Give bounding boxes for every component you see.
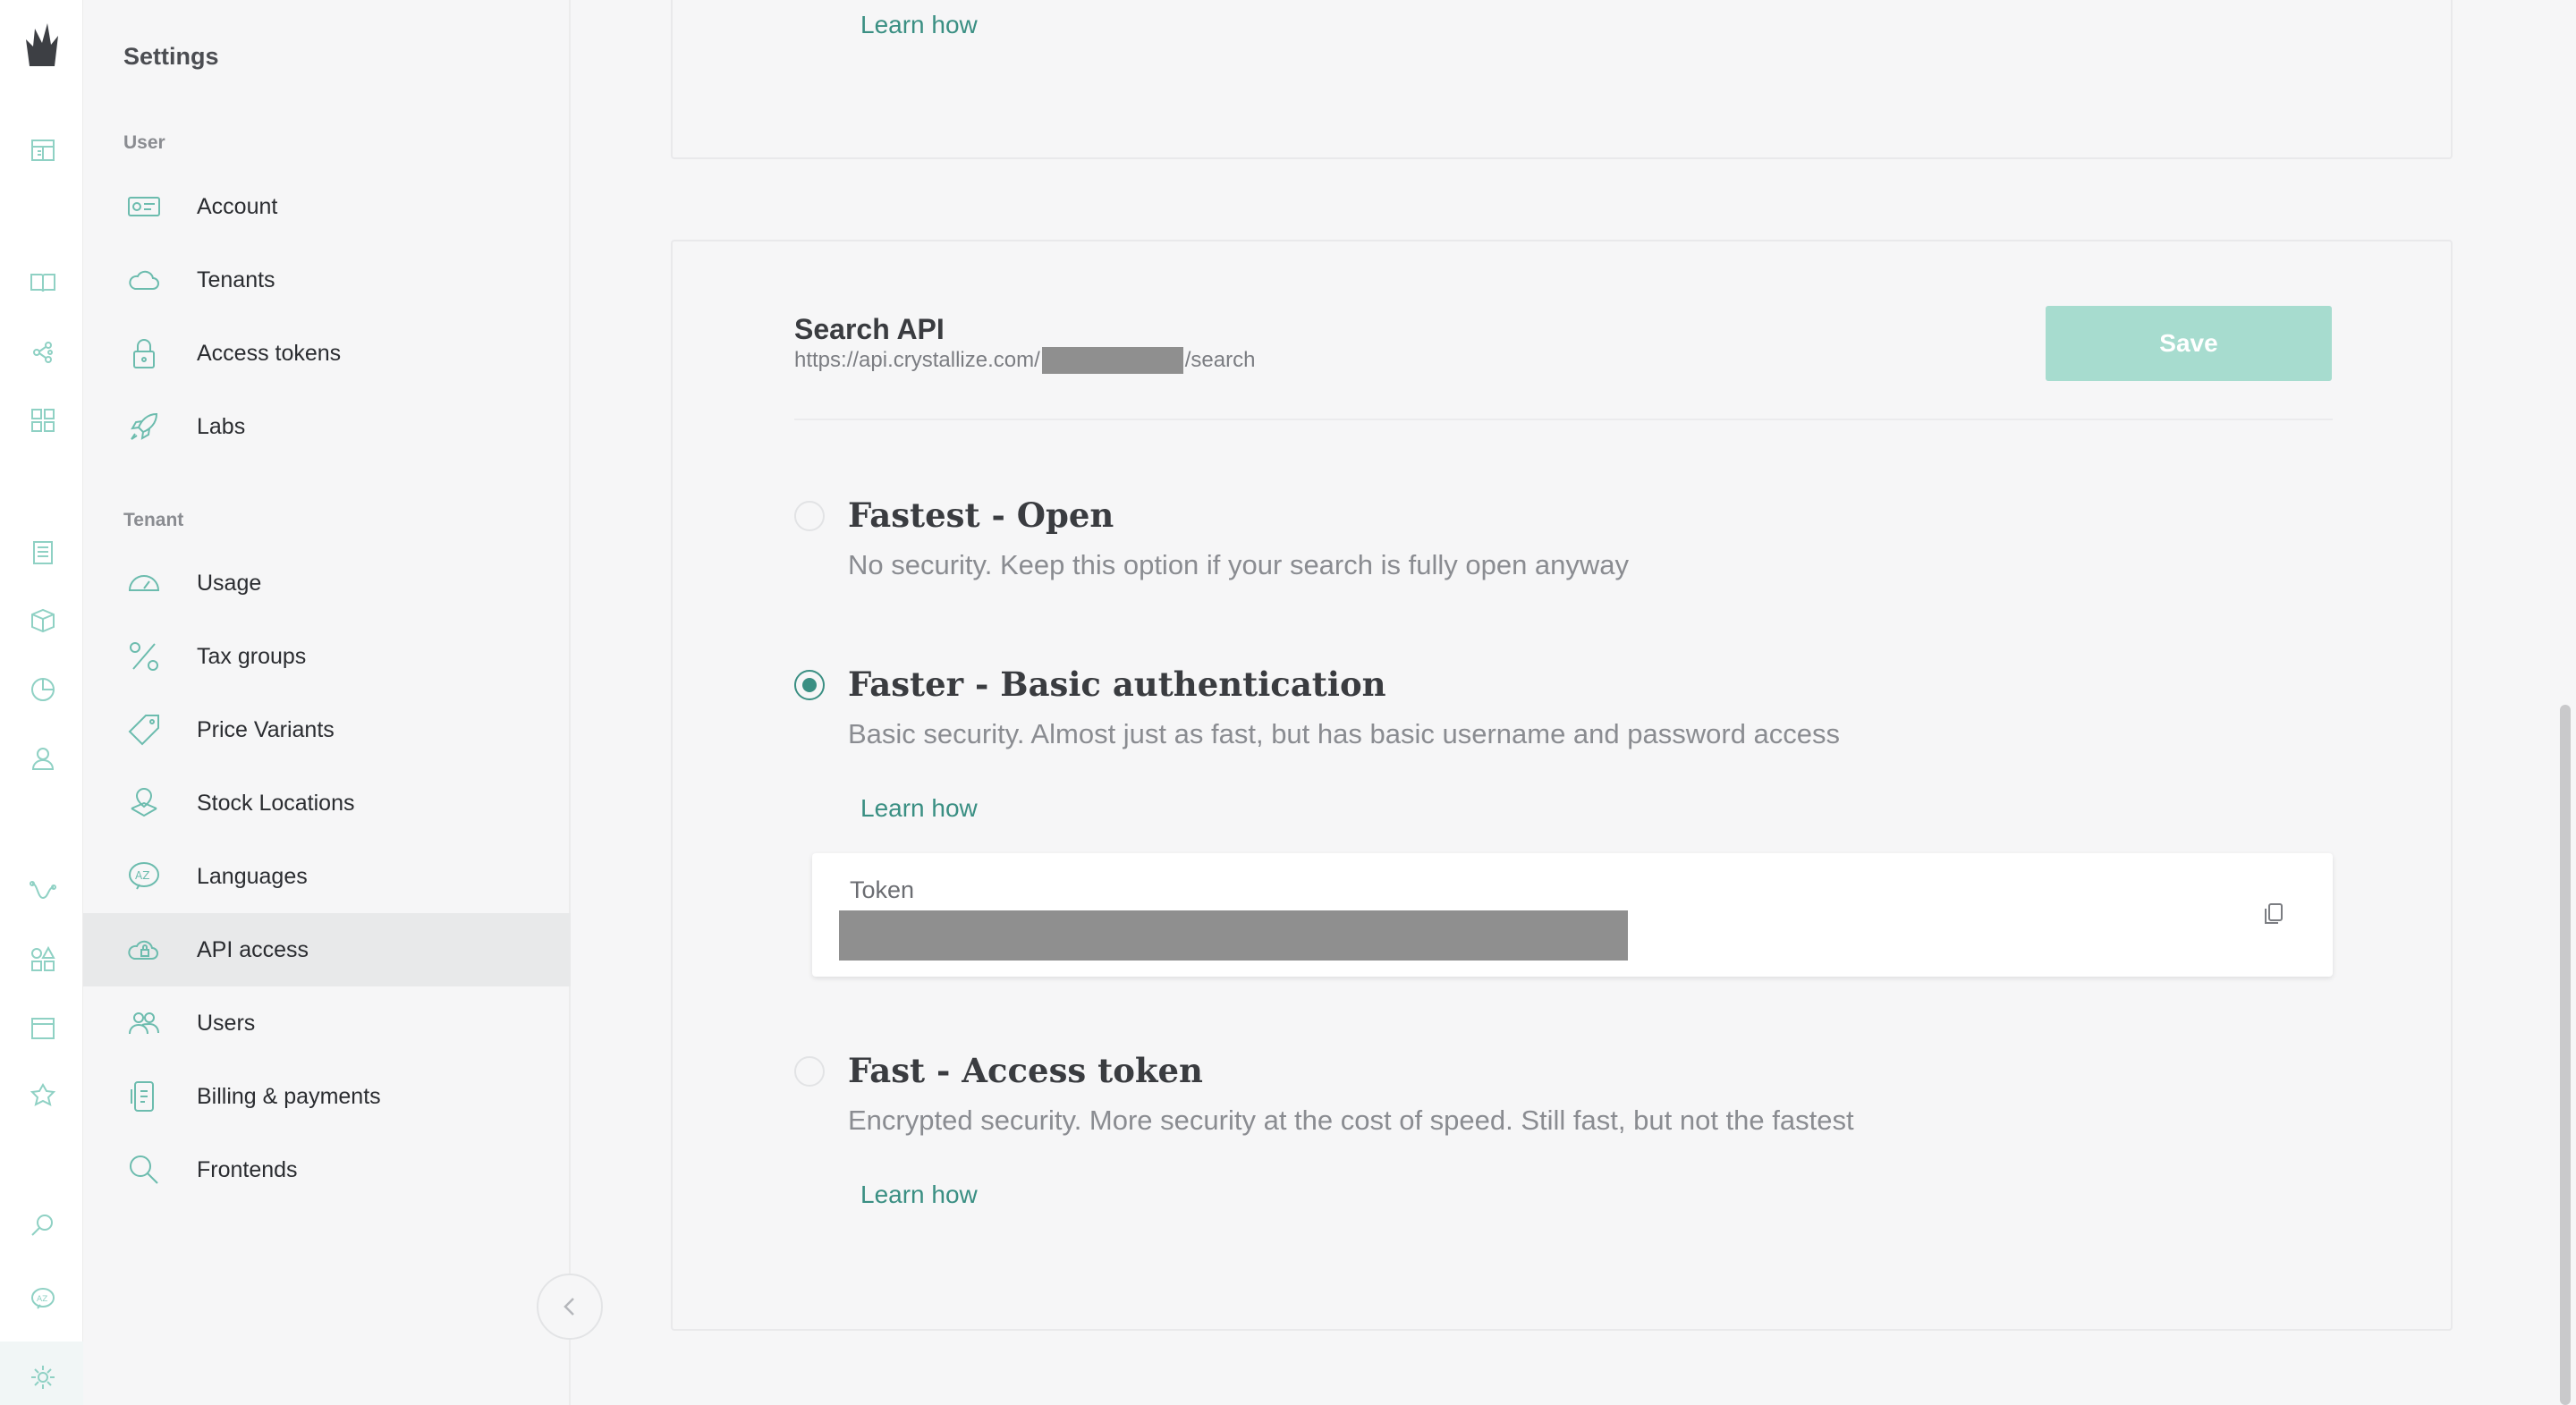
- option-description: Encrypted security. More security at the…: [848, 1105, 1854, 1136]
- topics-icon[interactable]: [27, 336, 59, 368]
- customers-icon[interactable]: [27, 742, 59, 774]
- sidebar-item-languages[interactable]: AZ Languages: [83, 840, 571, 913]
- redacted-token-value[interactable]: [839, 910, 1628, 961]
- token-label: Token: [850, 876, 915, 903]
- crystallize-logo-icon[interactable]: [21, 20, 63, 70]
- dashboard-icon[interactable]: [27, 134, 59, 166]
- sidebar-item-tax-groups[interactable]: Tax groups: [83, 620, 571, 693]
- page-scrollbar[interactable]: [2560, 705, 2571, 1405]
- api-url-prefix: https://api.crystallize.com/: [794, 348, 1040, 372]
- gauge-icon: [126, 565, 162, 601]
- radio-access-token[interactable]: [794, 1056, 825, 1087]
- token-field: Token: [812, 853, 2333, 977]
- catalogue-icon[interactable]: [27, 267, 59, 299]
- option-title: Faster - Basic authentication: [848, 664, 1386, 704]
- sidebar-item-label: Languages: [197, 863, 308, 889]
- sidebar-item-label: Tenants: [197, 267, 275, 292]
- radio-fastest-open[interactable]: [794, 501, 825, 531]
- sidebar-item-label: Price Variants: [197, 716, 335, 742]
- sidebar-item-label: Billing & payments: [197, 1083, 381, 1109]
- languages-icon[interactable]: AZ: [27, 1282, 59, 1315]
- search-api-card: Search API https://api.crystallize.com/ …: [671, 240, 2453, 1331]
- svg-text:AZ: AZ: [37, 1295, 47, 1304]
- api-title: Search API: [794, 313, 945, 345]
- svg-text:AZ: AZ: [135, 869, 149, 882]
- account-card-icon: [126, 189, 162, 224]
- sidebar-item-tenants[interactable]: Tenants: [83, 243, 571, 317]
- billing-icon: [126, 1079, 162, 1114]
- settings-sidebar: Settings User Account Tenants Access tok…: [83, 0, 571, 1405]
- sidebar-item-stock-locations[interactable]: Stock Locations: [83, 766, 571, 840]
- lock-icon: [126, 335, 162, 371]
- option-title: Fastest - Open: [848, 495, 1114, 535]
- sidebar-item-price-variants[interactable]: Price Variants: [83, 693, 571, 766]
- sidebar-item-billing[interactable]: Billing & payments: [83, 1060, 571, 1133]
- products-icon[interactable]: [27, 605, 59, 637]
- radio-basic-auth[interactable]: [794, 670, 825, 700]
- price-tag-icon: [126, 712, 162, 748]
- sidebar-item-access-tokens[interactable]: Access tokens: [83, 317, 571, 390]
- sidebar-item-labs[interactable]: Labs: [83, 390, 571, 463]
- search-icon[interactable]: [27, 1209, 59, 1241]
- flows-icon[interactable]: [27, 875, 59, 907]
- learn-how-link[interactable]: Learn how: [860, 794, 978, 823]
- redacted-tenant-id: [1041, 347, 1183, 374]
- rocket-icon: [126, 409, 162, 444]
- user-group-label: User: [123, 132, 165, 153]
- sidebar-item-label: Labs: [197, 413, 246, 439]
- api-url-suffix: /search: [1184, 348, 1256, 372]
- settings-icon[interactable]: [27, 1361, 59, 1393]
- api-endpoint-url: https://api.crystallize.com/ /search: [794, 347, 1255, 374]
- sidebar-item-label: Usage: [197, 570, 262, 596]
- analytics-icon[interactable]: [27, 673, 59, 706]
- chevron-left-icon: [564, 1298, 574, 1316]
- option-title: Fast - Access token: [848, 1051, 1203, 1090]
- option-description: Basic security. Almost just as fast, but…: [848, 718, 1841, 749]
- users-icon: [126, 1005, 162, 1041]
- learn-how-link[interactable]: Learn how: [860, 11, 978, 39]
- sidebar-title: Settings: [123, 43, 219, 70]
- sidebar-item-label: API access: [197, 936, 309, 962]
- sidebar-item-account[interactable]: Account: [83, 170, 571, 243]
- orders-icon[interactable]: [27, 537, 59, 569]
- header-divider: [794, 419, 2333, 420]
- sidebar-item-label: Users: [197, 1010, 256, 1036]
- sidebar-item-users[interactable]: Users: [83, 986, 571, 1060]
- sidebar-item-label: Stock Locations: [197, 790, 355, 816]
- copy-icon[interactable]: [2258, 898, 2290, 930]
- percent-icon: [126, 639, 162, 674]
- marketplace-icon[interactable]: [27, 1080, 59, 1113]
- shapes-icon[interactable]: [27, 944, 59, 976]
- sidebar-item-api-access[interactable]: API access: [83, 913, 571, 986]
- collapse-sidebar-button[interactable]: [537, 1274, 603, 1340]
- stock-location-icon: [126, 785, 162, 821]
- save-button[interactable]: Save: [2046, 306, 2332, 381]
- sidebar-item-label: Access tokens: [197, 340, 342, 366]
- api-cloud-icon: [126, 932, 162, 968]
- pages-icon[interactable]: [27, 1012, 59, 1045]
- learn-how-link[interactable]: Learn how: [860, 1181, 978, 1209]
- sidebar-item-frontends[interactable]: Frontends: [83, 1133, 571, 1206]
- app-icon-rail: AZ: [0, 0, 83, 1405]
- sidebar-item-label: Frontends: [197, 1156, 298, 1182]
- sidebar-item-usage[interactable]: Usage: [83, 546, 571, 620]
- frontends-search-icon: [126, 1152, 162, 1188]
- sidebar-item-label: Account: [197, 193, 278, 219]
- tenant-group-label: Tenant: [123, 510, 184, 530]
- previous-api-card: Learn how: [671, 0, 2453, 159]
- option-description: No security. Keep this option if your se…: [848, 549, 1630, 580]
- grid-icon[interactable]: [27, 404, 59, 436]
- sidebar-item-label: Tax groups: [197, 643, 307, 669]
- languages-bubble-icon: AZ: [126, 859, 162, 894]
- cloud-icon: [126, 262, 162, 298]
